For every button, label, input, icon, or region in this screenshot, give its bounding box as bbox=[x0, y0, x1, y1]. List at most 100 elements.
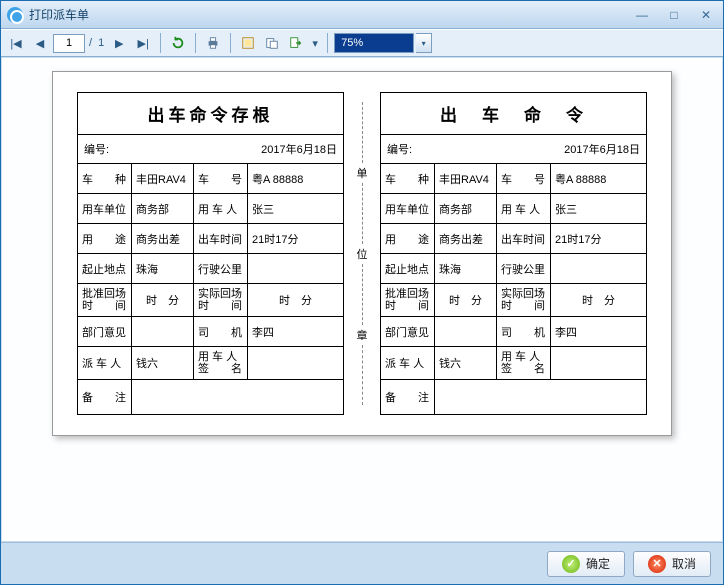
page-total: 1 bbox=[98, 37, 104, 49]
lbl: 行驶公里 bbox=[497, 254, 551, 283]
lbl: 实际回场时 间 bbox=[194, 284, 248, 316]
refresh-icon bbox=[171, 36, 185, 50]
last-page-button[interactable]: ▶| bbox=[132, 32, 154, 54]
lbl: 用 车 人 bbox=[194, 194, 248, 223]
stub-date: 2017年6月18日 bbox=[109, 141, 337, 157]
val: 丰田RAV4 bbox=[435, 164, 497, 193]
zoom-input[interactable]: 75% bbox=[334, 33, 414, 53]
val: 时 分 bbox=[551, 284, 646, 316]
layout-icon bbox=[241, 36, 255, 50]
ok-label: 确定 bbox=[586, 555, 610, 572]
layout-button[interactable] bbox=[237, 32, 259, 54]
val: 21时17分 bbox=[248, 224, 343, 253]
lbl: 派 车 人 bbox=[78, 347, 132, 379]
next-page-button[interactable]: ▶ bbox=[108, 32, 130, 54]
form-order-title: 出 车 命 令 bbox=[381, 93, 646, 135]
order-number-label: 编号: bbox=[387, 141, 412, 157]
page-preview: 出车命令存根 编号: 2017年6月18日 车 种丰田RAV4车 号粤A 888… bbox=[52, 71, 672, 436]
titlebar: 打印派车单 — □ ✕ bbox=[1, 1, 723, 29]
cancel-button[interactable]: ✕ 取消 bbox=[633, 551, 711, 577]
val bbox=[435, 380, 646, 414]
order-date: 2017年6月18日 bbox=[412, 141, 640, 157]
toolbar: |◀ ◀ 1 / 1 ▶ ▶| ▾ 75% ▾ bbox=[1, 29, 723, 57]
lbl: 出车时间 bbox=[194, 224, 248, 253]
val bbox=[132, 380, 343, 414]
export-button[interactable] bbox=[285, 32, 307, 54]
refresh-button[interactable] bbox=[167, 32, 189, 54]
lbl: 用车单位 bbox=[381, 194, 435, 223]
close-button[interactable]: ✕ bbox=[695, 7, 717, 23]
val bbox=[551, 254, 646, 283]
lbl: 车 种 bbox=[381, 164, 435, 193]
val: 商务出差 bbox=[132, 224, 194, 253]
ok-button[interactable]: ✓ 确定 bbox=[547, 551, 625, 577]
lbl: 司 机 bbox=[194, 317, 248, 346]
val: 时 分 bbox=[435, 284, 497, 316]
window-title: 打印派车单 bbox=[29, 6, 631, 23]
zoom-dropdown-button[interactable]: ▾ bbox=[416, 33, 432, 53]
perforation-divider: 单 位 章 bbox=[360, 92, 364, 415]
val: 李四 bbox=[551, 317, 646, 346]
val: 时 分 bbox=[248, 284, 343, 316]
val: 珠海 bbox=[435, 254, 497, 283]
page-separator: / bbox=[89, 37, 92, 49]
toolbar-separator bbox=[327, 33, 328, 53]
lbl: 用 车 人签 名 bbox=[497, 347, 551, 379]
lbl: 行驶公里 bbox=[194, 254, 248, 283]
first-page-button[interactable]: |◀ bbox=[5, 32, 27, 54]
lbl: 出车时间 bbox=[497, 224, 551, 253]
lbl: 车 种 bbox=[78, 164, 132, 193]
export-dropdown-button[interactable]: ▾ bbox=[309, 32, 321, 54]
lbl: 批准回场时 间 bbox=[78, 284, 132, 316]
lbl: 起止地点 bbox=[78, 254, 132, 283]
lbl: 车 号 bbox=[497, 164, 551, 193]
maximize-button[interactable]: □ bbox=[663, 7, 685, 23]
lbl: 用车单位 bbox=[78, 194, 132, 223]
val bbox=[248, 347, 343, 379]
lbl: 备 注 bbox=[381, 380, 435, 414]
divider-char: 章 bbox=[357, 325, 368, 345]
page-setup-icon bbox=[265, 36, 279, 50]
lbl: 实际回场时 间 bbox=[497, 284, 551, 316]
val: 钱六 bbox=[435, 347, 497, 379]
val: 商务部 bbox=[132, 194, 194, 223]
page-current-input[interactable]: 1 bbox=[53, 34, 85, 53]
lbl: 部门意见 bbox=[381, 317, 435, 346]
lbl: 司 机 bbox=[497, 317, 551, 346]
lbl: 用 途 bbox=[381, 224, 435, 253]
divider-char: 位 bbox=[357, 244, 368, 264]
print-button[interactable] bbox=[202, 32, 224, 54]
window-root: 打印派车单 — □ ✕ |◀ ◀ 1 / 1 ▶ ▶| ▾ bbox=[0, 0, 724, 585]
lbl: 批准回场时 间 bbox=[381, 284, 435, 316]
val: 粤A 88888 bbox=[248, 164, 343, 193]
val: 张三 bbox=[551, 194, 646, 223]
lbl: 用 车 人 bbox=[497, 194, 551, 223]
lbl: 用 途 bbox=[78, 224, 132, 253]
val: 粤A 88888 bbox=[551, 164, 646, 193]
close-icon: ✕ bbox=[648, 555, 666, 573]
toolbar-separator bbox=[230, 33, 231, 53]
val bbox=[248, 254, 343, 283]
form-order: 出 车 命 令 编号: 2017年6月18日 车 种丰田RAV4车 号粤A 88… bbox=[380, 92, 647, 415]
prev-page-button[interactable]: ◀ bbox=[29, 32, 51, 54]
page-setup-button[interactable] bbox=[261, 32, 283, 54]
lbl: 备 注 bbox=[78, 380, 132, 414]
val: 商务出差 bbox=[435, 224, 497, 253]
minimize-button[interactable]: — bbox=[631, 7, 653, 23]
val bbox=[132, 317, 194, 346]
export-icon bbox=[289, 36, 303, 50]
val: 商务部 bbox=[435, 194, 497, 223]
lbl: 用 车 人签 名 bbox=[194, 347, 248, 379]
form-stub-title: 出车命令存根 bbox=[78, 93, 343, 135]
footer: ✓ 确定 ✕ 取消 bbox=[1, 542, 723, 584]
val: 钱六 bbox=[132, 347, 194, 379]
val: 张三 bbox=[248, 194, 343, 223]
val bbox=[551, 347, 646, 379]
check-icon: ✓ bbox=[562, 555, 580, 573]
form-order-header: 编号: 2017年6月18日 bbox=[381, 135, 646, 164]
val: 21时17分 bbox=[551, 224, 646, 253]
lbl: 部门意见 bbox=[78, 317, 132, 346]
val: 李四 bbox=[248, 317, 343, 346]
lbl: 车 号 bbox=[194, 164, 248, 193]
print-icon bbox=[206, 36, 220, 50]
